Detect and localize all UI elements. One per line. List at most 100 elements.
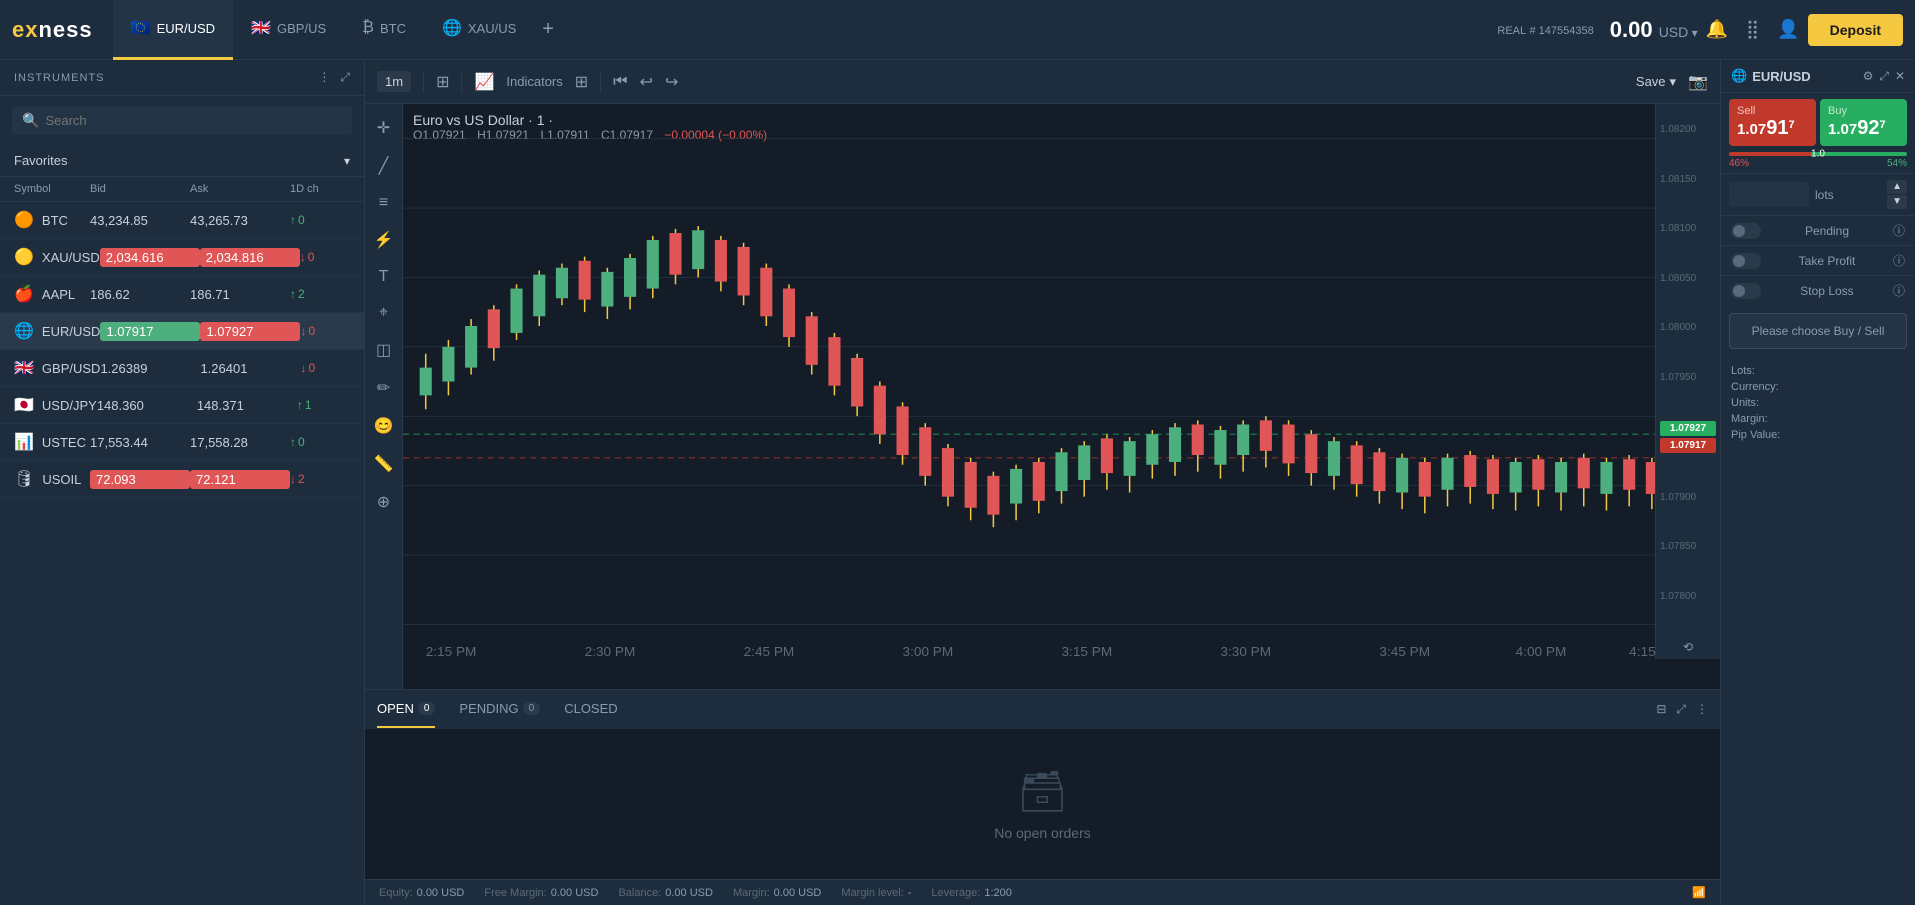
pending-info-icon[interactable]: ⓘ [1893, 222, 1905, 239]
account-balance-value: 0.00 [1610, 17, 1659, 42]
orders-filter-icon[interactable]: ⊟ [1656, 702, 1666, 717]
sidebar-options-icon[interactable]: ⋮ [318, 70, 330, 85]
indicators-icon[interactable]: 📈 [474, 72, 494, 92]
list-item[interactable]: 🛢 USOIL 72.093 72.121 ↓ 2 [0, 461, 364, 498]
chart-bottom: OPEN 0 PENDING 0 CLOSED ⊟ ⤢ ⋮ 🗃 No [365, 689, 1720, 905]
buy-price-big: 92 [1857, 117, 1879, 139]
orders-more-icon[interactable]: ⋮ [1696, 702, 1708, 717]
svg-text:4:00 PM: 4:00 PM [1516, 645, 1567, 659]
list-item[interactable]: 🍎 AAPL 186.62 186.71 ↑ 2 [0, 276, 364, 313]
bar-type-icon[interactable]: ⊞ [436, 72, 449, 92]
btc-label: BTC [42, 213, 68, 228]
tab-xauusd[interactable]: 🌐 XAU/US [424, 0, 534, 60]
ustec-change: ↑ 0 [290, 435, 350, 449]
grid-icon[interactable]: ⣿ [1746, 19, 1759, 40]
buy-button[interactable]: Buy 1.07927 [1820, 99, 1907, 146]
tab-pending-orders[interactable]: PENDING 0 [459, 691, 540, 728]
lot-size-input[interactable]: 0.01 [1729, 182, 1809, 207]
save-button[interactable]: Save ▾ [1636, 74, 1676, 90]
trade-settings-icon[interactable]: ⚙ [1863, 69, 1874, 84]
tab-flag-xauusd: 🌐 [442, 18, 462, 38]
ustec-ask: 17,558.28 [190, 435, 290, 450]
horizontal-line-tool[interactable]: ≡ [373, 188, 394, 218]
usoil-icon: 🛢 [14, 469, 34, 489]
balance-dropdown-icon[interactable]: ▾ [1692, 26, 1698, 40]
free-margin-status: Free Margin: 0.00 USD [484, 887, 598, 899]
list-item[interactable]: 🇬🇧 GBP/USD 1.26389 1.26401 ↓ 0 [0, 350, 364, 387]
emoji-tool[interactable]: 😊 [368, 410, 400, 442]
list-item[interactable]: 🟠 BTC 43,234.85 43,265.73 ↑ 0 [0, 202, 364, 239]
ruler-tool[interactable]: 📏 [368, 448, 400, 480]
list-item[interactable]: 🇯🇵 USD/JPY 148.360 148.371 ↑ 1 [0, 387, 364, 424]
stop-loss-toggle[interactable] [1731, 283, 1761, 299]
sell-price: 1.07917 [1737, 117, 1808, 140]
drawing-tools: ✛ ╱ ≡ ⚡ T ⌖ ◫ ✏ 😊 📏 ⊕ [365, 104, 403, 689]
lots-label: Lots: [1731, 365, 1755, 377]
add-tab-button[interactable]: + [534, 18, 562, 41]
trade-info-margin: Margin: [1731, 411, 1905, 427]
xauusd-ask: 2,034.816 [200, 248, 300, 267]
tab-open-orders[interactable]: OPEN 0 [377, 691, 435, 728]
search-input[interactable] [45, 113, 342, 128]
brush-tool[interactable]: ✏ [371, 372, 396, 404]
redo-icon[interactable]: ↪ [665, 72, 678, 92]
timeframe-button[interactable]: 1m [377, 71, 411, 92]
zoom-reset-icon[interactable]: ⟲ [1660, 640, 1716, 654]
svg-text:3:30 PM: 3:30 PM [1220, 645, 1271, 659]
camera-icon[interactable]: 📷 [1688, 72, 1708, 92]
take-profit-toggle[interactable] [1731, 253, 1761, 269]
eurusd-bid: 1.07917 [100, 322, 200, 341]
sell-button[interactable]: Sell 1.07917 [1729, 99, 1816, 146]
lot-increment-button[interactable]: ▲ [1887, 180, 1907, 194]
orders-expand-icon[interactable]: ⤢ [1676, 702, 1686, 717]
leverage-status: Leverage: 1:200 [931, 887, 1011, 899]
lot-decrement-button[interactable]: ▼ [1887, 195, 1907, 209]
chart-area: 1m ⊞ 📈 Indicators ⊞ ⏮ ↩ ↪ Save ▾ 📷 ✛ ╱ ≡ [365, 60, 1720, 905]
place-order-button[interactable]: Please choose Buy / Sell [1729, 313, 1907, 349]
shape-tool[interactable]: ◫ [370, 334, 397, 366]
indicators-label[interactable]: Indicators [506, 74, 562, 89]
tab-gbpusd[interactable]: 🇬🇧 GBP/US [233, 0, 344, 60]
alarm-icon[interactable]: 🔔 [1706, 19, 1728, 40]
crosshair-tool[interactable]: ✛ [371, 112, 396, 144]
tab-eurusd[interactable]: 🇪🇺 EUR/USD [113, 0, 233, 60]
trend-line-tool[interactable]: ╱ [373, 150, 395, 182]
instrument-name-usoil: 🛢 USOIL [14, 469, 90, 489]
orders-tabs: OPEN 0 PENDING 0 CLOSED ⊟ ⤢ ⋮ [365, 689, 1720, 729]
list-item[interactable]: 🟡 XAU/USD 2,034.616 2,034.816 ↓ 0 [0, 239, 364, 276]
eurusd-ask: 1.07927 [200, 322, 300, 341]
free-margin-currency: USD [575, 887, 598, 899]
deposit-button[interactable]: Deposit [1808, 14, 1903, 46]
take-profit-info-icon[interactable]: ⓘ [1893, 252, 1905, 269]
tab-closed-orders[interactable]: CLOSED [564, 691, 617, 728]
btc-icon: 🟠 [14, 210, 34, 230]
pending-toggle-label: Pending [1805, 224, 1849, 238]
sidebar-expand-icon[interactable]: ⤢ [340, 70, 350, 85]
text-tool[interactable]: T [373, 262, 395, 292]
list-item[interactable]: 🌐 EUR/USD 1.07917 1.07927 ↓ 0 [0, 313, 364, 350]
zoom-tool[interactable]: ⊕ [371, 486, 396, 518]
search-icon: 🔍 [22, 112, 39, 129]
xauusd-icon: 🟡 [14, 247, 34, 267]
open-orders-count: 0 [418, 702, 436, 715]
balance-currency: USD [690, 887, 713, 899]
profile-icon[interactable]: 👤 [1777, 19, 1799, 40]
undo-icon[interactable]: ↩ [640, 72, 653, 92]
back-history-icon[interactable]: ⏮ [613, 73, 627, 91]
trade-close-icon[interactable]: ✕ [1895, 69, 1905, 84]
pending-toggle[interactable] [1731, 223, 1761, 239]
instruments-header: Symbol Bid Ask 1D ch [0, 177, 364, 202]
sidebar: INSTRUMENTS ⋮ ⤢ 🔍 Favorites ▾ Symbol Bid… [0, 60, 365, 905]
favorites-selector[interactable]: Favorites ▾ [0, 145, 364, 177]
measure-tool[interactable]: ⌖ [373, 298, 394, 328]
stop-loss-info-icon[interactable]: ⓘ [1893, 282, 1905, 299]
list-item[interactable]: 📊 USTEC 17,553.44 17,558.28 ↑ 0 [0, 424, 364, 461]
trade-fullscreen-icon[interactable]: ⤢ [1879, 69, 1889, 84]
tab-btc[interactable]: ₿ BTC [344, 0, 424, 60]
trade-symbol-label: EUR/USD [1752, 69, 1811, 84]
favorites-dropdown-icon[interactable]: ▾ [344, 154, 350, 168]
col-symbol: Symbol [14, 183, 90, 195]
fib-tool[interactable]: ⚡ [368, 224, 400, 256]
trade-panel: 🌐 EUR/USD ⚙ ⤢ ✕ Sell 1.07917 Buy 1.07927 [1720, 60, 1915, 905]
layout-icon[interactable]: ⊞ [575, 72, 588, 92]
